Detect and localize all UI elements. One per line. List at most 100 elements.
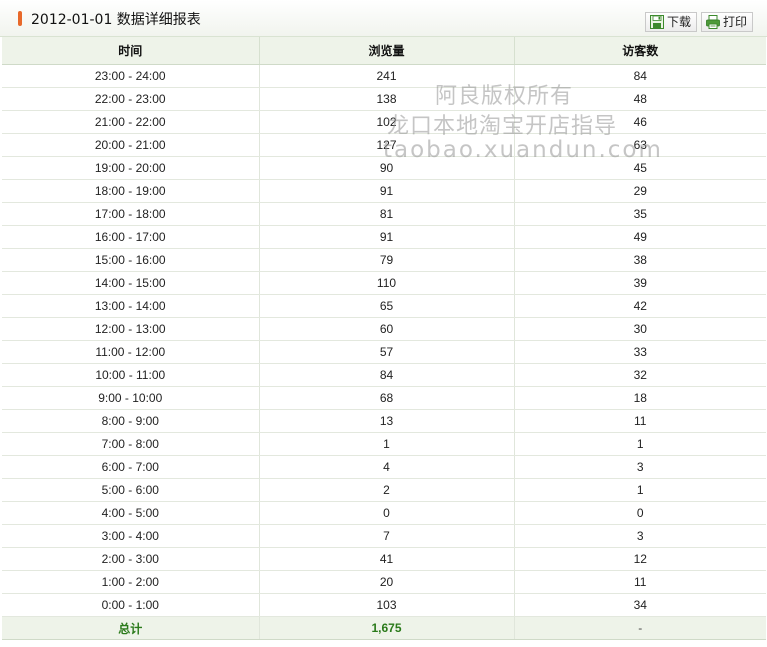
cell-visitors: 3 <box>514 455 766 479</box>
total-visitors: - <box>514 616 766 640</box>
table-row: 8:00 - 9:00 13 11 <box>2 409 766 433</box>
download-label: 下载 <box>667 15 692 29</box>
cell-pageviews: 79 <box>259 248 515 272</box>
report-table: 时间 浏览量 访客数 23:00 - 24:00 241 84 22:00 - 23:… <box>2 37 766 640</box>
cell-time: 19:00 - 20:00 <box>2 156 260 180</box>
cell-visitors: 32 <box>514 363 766 387</box>
table-row: 13:00 - 14:00 65 42 <box>2 294 766 318</box>
cell-time: 4:00 - 5:00 <box>2 501 260 525</box>
cell-time: 17:00 - 18:00 <box>2 202 260 226</box>
column-header-visitors: 访客数 <box>514 37 766 65</box>
cell-visitors: 1 <box>514 432 766 456</box>
cell-pageviews: 0 <box>259 501 515 525</box>
cell-pageviews: 7 <box>259 524 515 548</box>
table-row: 10:00 - 11:00 84 32 <box>2 363 766 387</box>
column-header-time: 时间 <box>2 37 260 65</box>
table-row: 1:00 - 2:00 20 11 <box>2 570 766 594</box>
cell-pageviews: 103 <box>259 593 515 617</box>
table-row: 22:00 - 23:00 138 48 <box>2 87 766 111</box>
table-row: 17:00 - 18:00 81 35 <box>2 202 766 226</box>
cell-visitors: 1 <box>514 478 766 502</box>
cell-time: 10:00 - 11:00 <box>2 363 260 387</box>
cell-pageviews: 84 <box>259 363 515 387</box>
cell-visitors: 49 <box>514 225 766 249</box>
table-row: 21:00 - 22:00 102 46 <box>2 110 766 134</box>
title-marker <box>18 11 22 26</box>
table-row: 11:00 - 12:00 57 33 <box>2 340 766 364</box>
cell-time: 11:00 - 12:00 <box>2 340 260 364</box>
cell-visitors: 3 <box>514 524 766 548</box>
cell-visitors: 29 <box>514 179 766 203</box>
table-row: 4:00 - 5:00 0 0 <box>2 501 766 525</box>
cell-time: 3:00 - 4:00 <box>2 524 260 548</box>
cell-pageviews: 81 <box>259 202 515 226</box>
table-header-row: 时间 浏览量 访客数 <box>2 37 766 65</box>
table-row: 0:00 - 1:00 103 34 <box>2 593 766 617</box>
cell-visitors: 35 <box>514 202 766 226</box>
cell-pageviews: 41 <box>259 547 515 571</box>
cell-pageviews: 1 <box>259 432 515 456</box>
cell-time: 0:00 - 1:00 <box>2 593 260 617</box>
table-row: 2:00 - 3:00 41 12 <box>2 547 766 571</box>
cell-visitors: 33 <box>514 340 766 364</box>
cell-time: 6:00 - 7:00 <box>2 455 260 479</box>
cell-pageviews: 68 <box>259 386 515 410</box>
table-row: 9:00 - 10:00 68 18 <box>2 386 766 410</box>
cell-pageviews: 91 <box>259 225 515 249</box>
cell-time: 14:00 - 15:00 <box>2 271 260 295</box>
cell-time: 21:00 - 22:00 <box>2 110 260 134</box>
cell-time: 12:00 - 13:00 <box>2 317 260 341</box>
cell-visitors: 63 <box>514 133 766 157</box>
cell-time: 9:00 - 10:00 <box>2 386 260 410</box>
cell-visitors: 42 <box>514 294 766 318</box>
cell-visitors: 45 <box>514 156 766 180</box>
table-row: 12:00 - 13:00 60 30 <box>2 317 766 341</box>
cell-visitors: 39 <box>514 271 766 295</box>
cell-pageviews: 138 <box>259 87 515 111</box>
cell-pageviews: 110 <box>259 271 515 295</box>
total-pageviews: 1,675 <box>259 616 515 640</box>
table-row: 14:00 - 15:00 110 39 <box>2 271 766 295</box>
printer-icon <box>705 14 721 30</box>
cell-time: 1:00 - 2:00 <box>2 570 260 594</box>
table-row: 5:00 - 6:00 2 1 <box>2 478 766 502</box>
cell-time: 20:00 - 21:00 <box>2 133 260 157</box>
cell-visitors: 11 <box>514 409 766 433</box>
cell-time: 16:00 - 17:00 <box>2 225 260 249</box>
cell-visitors: 30 <box>514 317 766 341</box>
table-body: 23:00 - 24:00 241 84 22:00 - 23:00 138 48 21:0… <box>2 64 766 617</box>
cell-time: 2:00 - 3:00 <box>2 547 260 571</box>
cell-visitors: 18 <box>514 386 766 410</box>
cell-time: 7:00 - 8:00 <box>2 432 260 456</box>
cell-visitors: 34 <box>514 593 766 617</box>
print-label: 打印 <box>723 15 748 29</box>
save-icon <box>649 14 665 30</box>
cell-pageviews: 20 <box>259 570 515 594</box>
cell-time: 8:00 - 9:00 <box>2 409 260 433</box>
cell-visitors: 11 <box>514 570 766 594</box>
cell-pageviews: 127 <box>259 133 515 157</box>
cell-time: 15:00 - 16:00 <box>2 248 260 272</box>
cell-pageviews: 4 <box>259 455 515 479</box>
cell-pageviews: 57 <box>259 340 515 364</box>
cell-pageviews: 90 <box>259 156 515 180</box>
cell-time: 22:00 - 23:00 <box>2 87 260 111</box>
cell-pageviews: 102 <box>259 110 515 134</box>
table-row: 7:00 - 8:00 1 1 <box>2 432 766 456</box>
cell-time: 13:00 - 14:00 <box>2 294 260 318</box>
cell-visitors: 38 <box>514 248 766 272</box>
cell-pageviews: 241 <box>259 64 515 88</box>
column-header-pageviews: 浏览量 <box>259 37 515 65</box>
table-row: 6:00 - 7:00 4 3 <box>2 455 766 479</box>
table-row: 20:00 - 21:00 127 63 <box>2 133 766 157</box>
total-label: 总计 <box>2 616 260 640</box>
download-button[interactable]: 下载 <box>645 12 697 32</box>
print-button[interactable]: 打印 <box>701 12 753 32</box>
cell-visitors: 48 <box>514 87 766 111</box>
cell-pageviews: 13 <box>259 409 515 433</box>
cell-pageviews: 91 <box>259 179 515 203</box>
table-row: 15:00 - 16:00 79 38 <box>2 248 766 272</box>
cell-pageviews: 65 <box>259 294 515 318</box>
cell-time: 23:00 - 24:00 <box>2 64 260 88</box>
report-title: 2012-01-01 数据详细报表 <box>31 12 201 28</box>
